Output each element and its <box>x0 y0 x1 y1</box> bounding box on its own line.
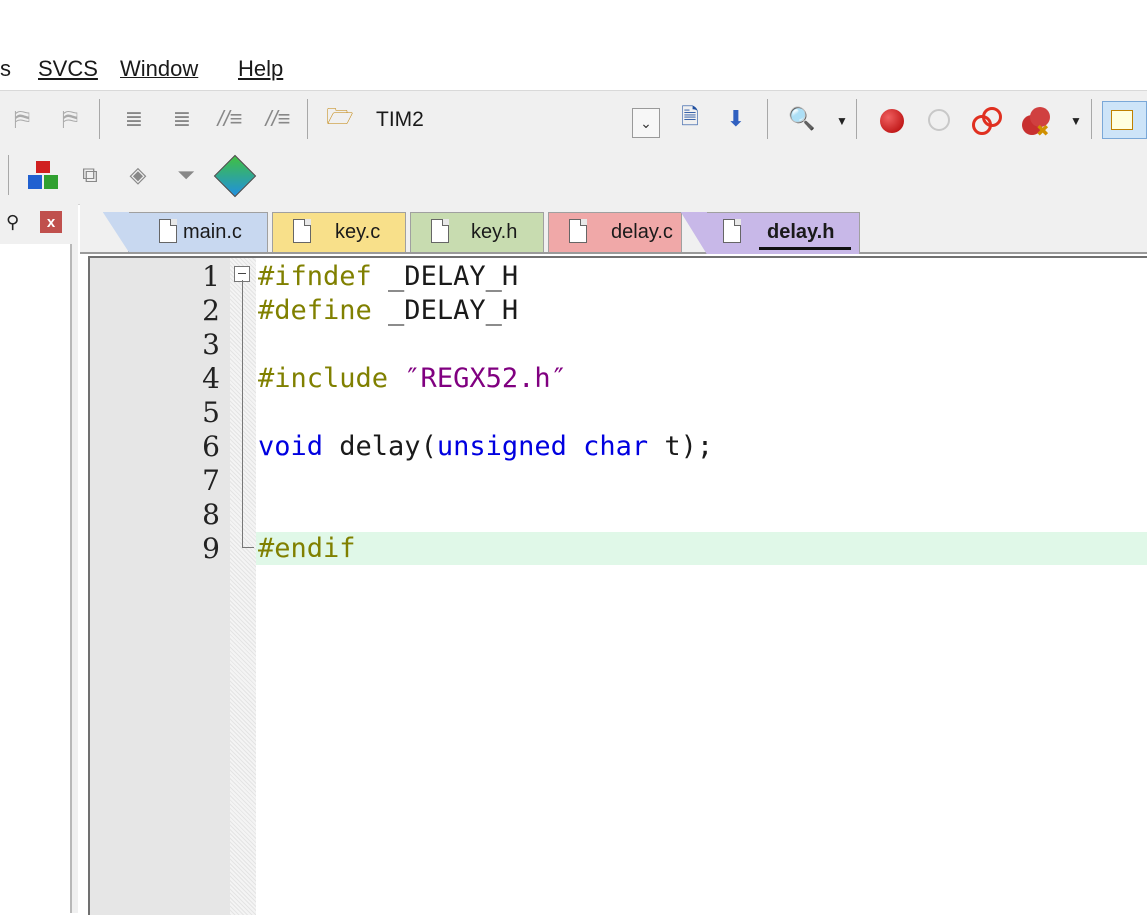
component-filter-icon[interactable]: ⏷ <box>170 159 202 191</box>
multiproject-workspace-icon[interactable] <box>213 154 257 198</box>
menu-item-svcs[interactable]: SVCS <box>38 56 98 82</box>
toolbar-separator <box>767 99 768 139</box>
code-line-4[interactable]: #include ″REGX52.h″ <box>258 363 567 394</box>
kill-all-breakpoints-icon[interactable]: ✖ <box>1022 105 1056 140</box>
toolbar-separator <box>307 99 308 139</box>
code-line-6[interactable]: void delay(unsigned char t); <box>258 431 713 462</box>
toolbar-separator <box>99 99 100 139</box>
pack-toolbar: ⧉ ◈ ⏷ <box>0 147 263 205</box>
manage-components-icon[interactable]: ⬇ <box>720 103 752 135</box>
target-name: TIM2 <box>376 108 424 131</box>
insert-breakpoint-icon[interactable] <box>880 109 904 133</box>
enable-breakpoint-icon[interactable] <box>928 109 950 131</box>
file-icon <box>159 219 177 243</box>
project-window-toggle-icon[interactable] <box>1102 101 1147 139</box>
code-line-9[interactable]: #endif <box>258 533 356 564</box>
disable-all-breakpoints-icon[interactable] <box>972 107 1004 137</box>
menu-bar: s SVCS Window Help <box>0 48 1147 91</box>
line-number: 2 <box>202 294 220 327</box>
pin-icon[interactable]: ⚲ <box>6 212 19 233</box>
pack-installer-icon[interactable]: ⧉ <box>74 159 106 191</box>
file-icon <box>569 219 587 243</box>
select-packs-icon[interactable] <box>28 159 60 191</box>
manage-run-time-icon[interactable]: ◈ <box>122 159 154 191</box>
close-icon[interactable]: x <box>40 211 62 233</box>
toolbar-separator <box>856 99 857 139</box>
uncomment-icon[interactable]: //≡ <box>262 103 294 135</box>
tab-delay-h-active[interactable]: delay.h <box>681 212 860 254</box>
line-number: 9 <box>202 532 220 565</box>
fold-margin <box>230 258 256 915</box>
tab-key-h[interactable]: key.h <box>410 212 544 252</box>
active-tab-indicator <box>759 247 851 250</box>
line-number: 8 <box>202 498 220 531</box>
toolbar-separator <box>8 155 9 195</box>
toolbar-separator <box>1091 99 1092 139</box>
bookmark-clear-icon[interactable]: ⛿ <box>54 103 86 135</box>
code-editor[interactable]: 1 2 3 4 5 6 7 8 9 #ifndef _DELAY_H #defi… <box>88 256 1147 915</box>
options-icon[interactable]: 🗎 <box>674 103 706 135</box>
bookmark-prev-icon[interactable]: ⛿ <box>6 103 38 135</box>
line-number: 5 <box>202 396 220 429</box>
build-toolbar: ⛿ ⛿ ≣ ≣ //≡ //≡ 🗁 TIM2 ⌄ 🗎 ⬇ 🔍 ▼ ✖ ▼ <box>0 91 1147 148</box>
menu-item-window[interactable]: Window <box>120 56 198 82</box>
code-line-1[interactable]: #ifndef _DELAY_H <box>258 261 518 292</box>
toolbar-background <box>262 147 1147 204</box>
tab-main-c[interactable]: main.c <box>103 212 268 252</box>
fold-guide <box>242 280 243 548</box>
line-number: 1 <box>202 260 220 293</box>
editor-tab-strip: main.c key.c key.h delay.c delay.h <box>80 204 1147 254</box>
title-area <box>0 0 1147 48</box>
fold-guide-end <box>242 547 254 548</box>
comment-icon[interactable]: //≡ <box>214 103 246 135</box>
tab-delay-c[interactable]: delay.c <box>548 212 682 252</box>
menu-item-help[interactable]: Help <box>238 56 283 82</box>
debug-dropdown-arrow-icon[interactable]: ▼ <box>826 105 858 137</box>
line-number: 6 <box>202 430 220 463</box>
debug-session-icon[interactable]: 🔍 <box>786 103 818 135</box>
tab-key-c[interactable]: key.c <box>272 212 406 252</box>
unindent-icon[interactable]: ≣ <box>166 103 198 135</box>
file-icon <box>293 219 311 243</box>
project-tree[interactable] <box>0 244 72 913</box>
indent-icon[interactable]: ≣ <box>118 103 150 135</box>
target-dropdown-chevron-down-icon[interactable]: ⌄ <box>632 108 660 138</box>
line-number: 3 <box>202 328 220 361</box>
file-icon <box>431 219 449 243</box>
project-panel <box>0 204 78 913</box>
file-icon <box>723 219 741 243</box>
current-line-highlight <box>256 532 1147 565</box>
line-number: 4 <box>202 362 220 395</box>
breakpoint-dropdown-arrow-icon[interactable]: ▼ <box>1060 105 1092 137</box>
code-line-2[interactable]: #define _DELAY_H <box>258 295 518 326</box>
load-target-icon[interactable]: 🗁 <box>324 103 356 135</box>
line-number: 7 <box>202 464 220 497</box>
menu-item-tools-partial[interactable]: s <box>0 56 11 82</box>
